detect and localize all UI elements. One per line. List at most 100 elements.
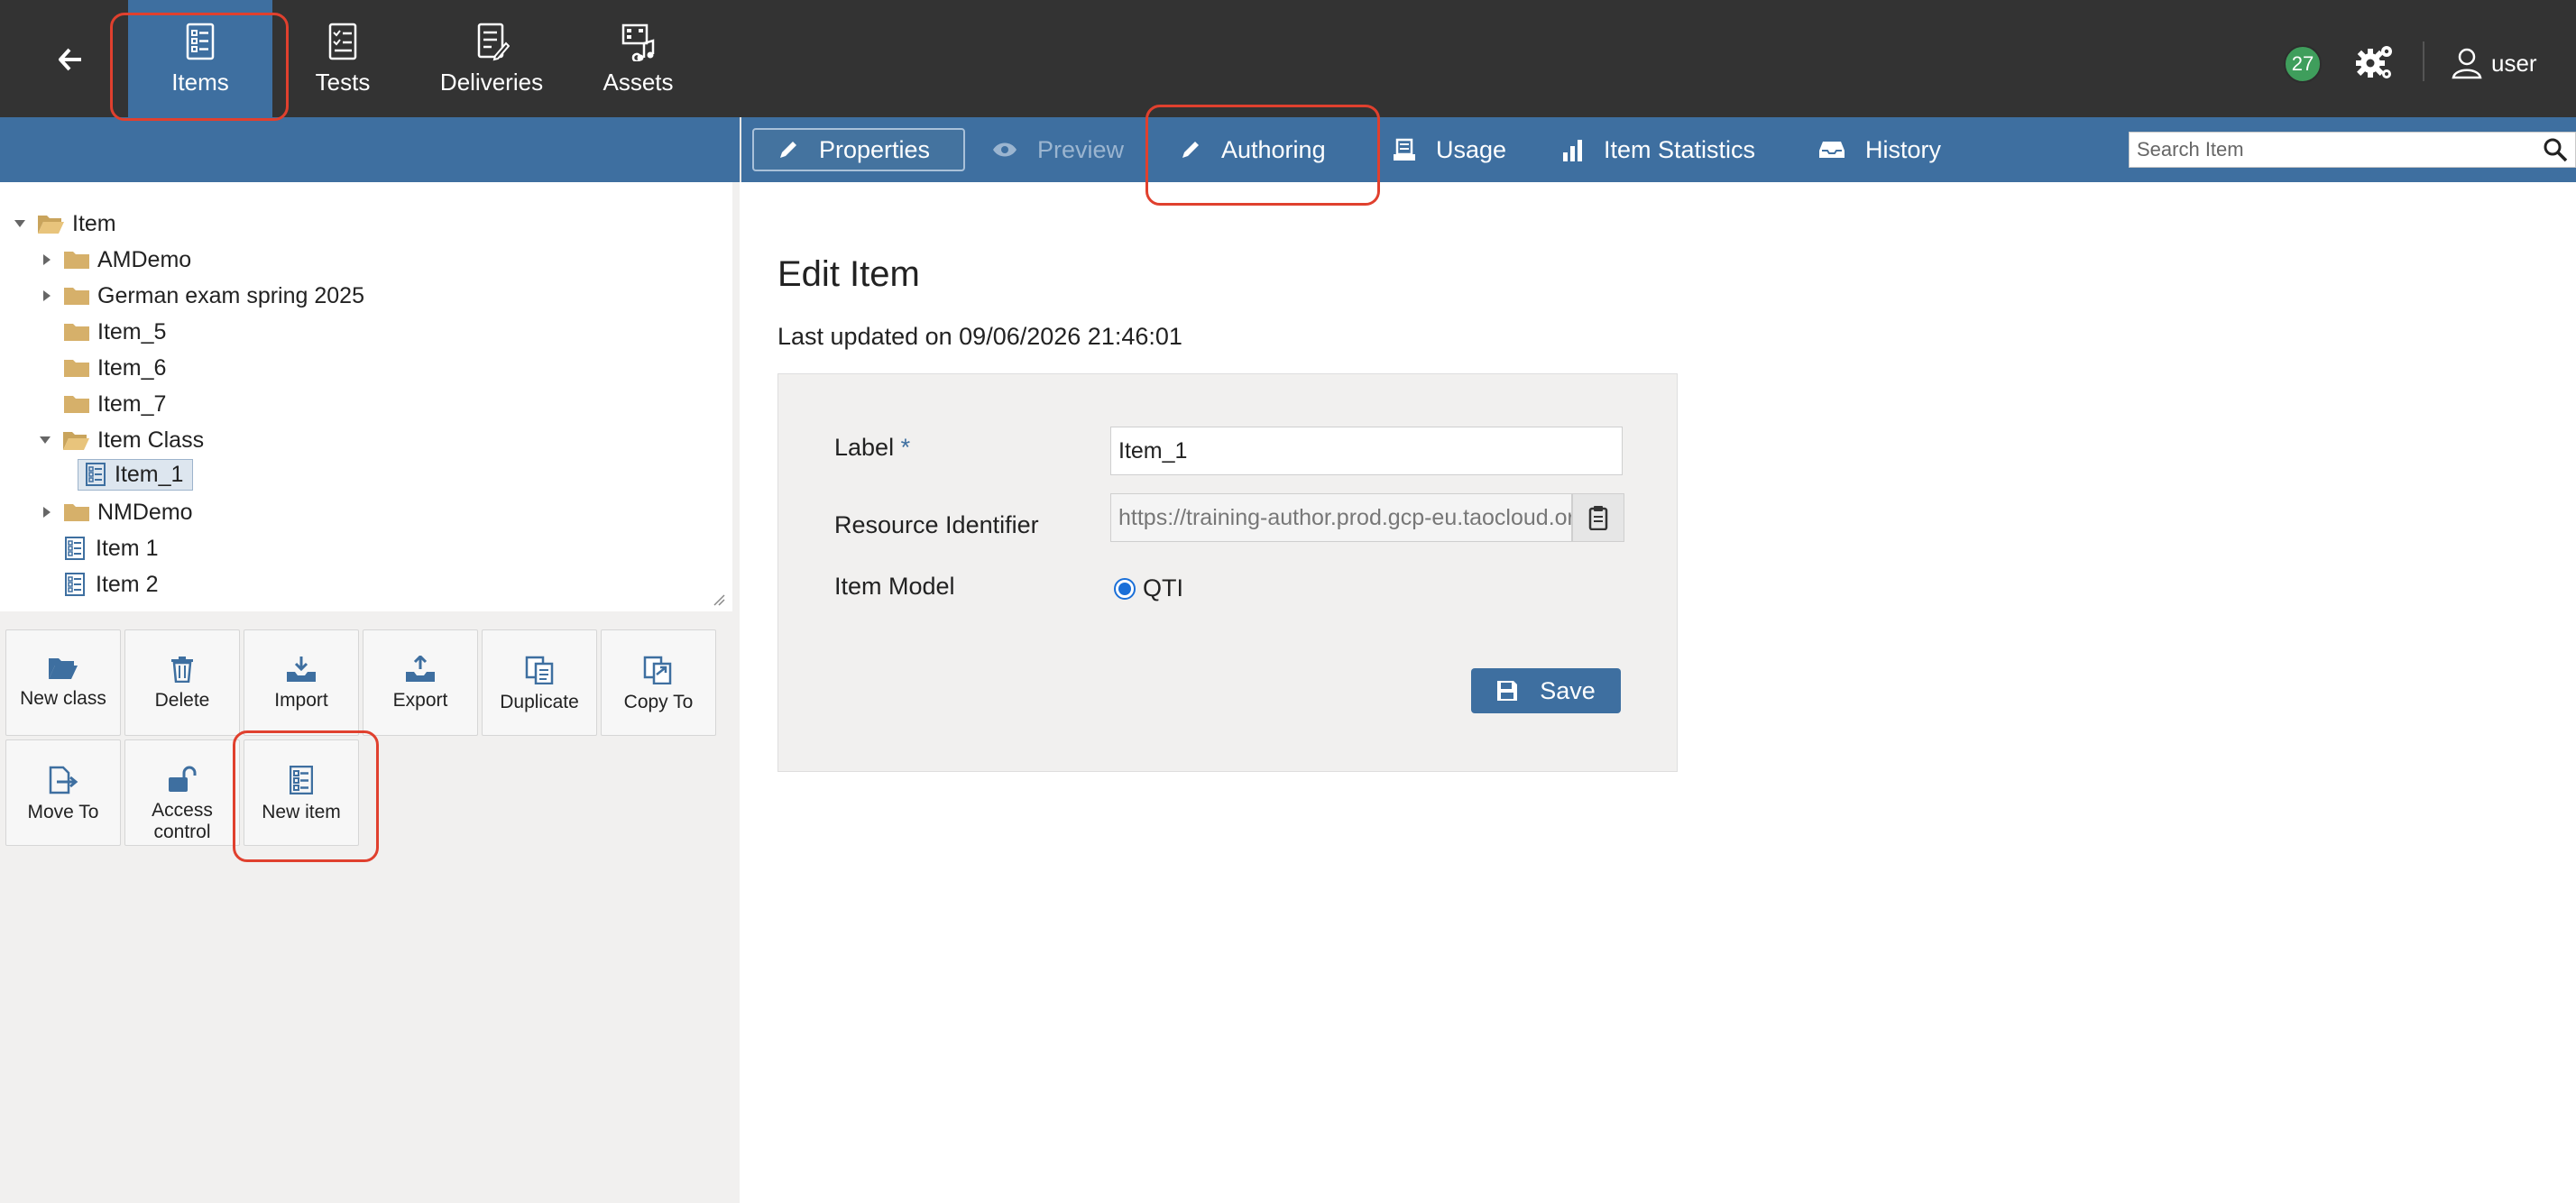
folder-icon <box>64 396 89 413</box>
tree-node-item-5[interactable]: Item_5 <box>63 316 166 348</box>
search-input[interactable] <box>2130 133 2526 166</box>
tree-node-label: German exam spring 2025 <box>97 282 364 308</box>
import-button[interactable]: Import <box>244 629 359 736</box>
preview-label: Preview <box>1037 135 1125 163</box>
item-icon <box>86 463 106 486</box>
access-control-label-2: control <box>153 822 211 842</box>
collapse-arrow-icon[interactable] <box>13 216 27 231</box>
export-button[interactable]: Export <box>363 629 478 736</box>
new-class-button[interactable]: New class <box>5 629 121 736</box>
settings-gears-icon[interactable] <box>2354 41 2396 83</box>
tests-icon <box>328 23 357 60</box>
item-tree: Item AMDemo German exam spring 2025 Item… <box>0 182 732 611</box>
page-title: Edit Item <box>777 254 920 294</box>
duplicate-button[interactable]: Duplicate <box>482 629 597 736</box>
save-button[interactable]: Save <box>1471 668 1621 713</box>
topbar-separator <box>2423 41 2424 81</box>
label-input[interactable]: Item_1 <box>1110 427 1623 475</box>
trash-icon <box>171 657 193 683</box>
folder-open-icon <box>38 216 64 234</box>
radio-option-label: QTI <box>1143 574 1183 602</box>
resource-identifier-label: Resource Identifier <box>834 511 1039 538</box>
floppy-disk-icon <box>1497 681 1518 701</box>
properties-label: Properties <box>819 135 931 163</box>
nav-tab-label: Assets <box>603 68 674 96</box>
history-button[interactable]: History <box>1818 128 1941 171</box>
copy-to-label: Copy To <box>623 692 694 712</box>
copy-to-button[interactable]: Copy To <box>601 629 716 736</box>
folder-icon <box>64 324 89 341</box>
copy-to-icon <box>643 656 672 684</box>
tree-node-nmdemo[interactable]: NMDemo <box>40 496 193 528</box>
preview-button[interactable]: Preview <box>992 128 1124 171</box>
user-menu[interactable]: user <box>2452 43 2537 83</box>
copy-to-clipboard-button[interactable] <box>1572 493 1624 542</box>
user-label: user <box>2491 49 2537 77</box>
search-icon[interactable] <box>2543 137 2568 162</box>
pencil-icon <box>780 142 796 158</box>
usage-label: Usage <box>1436 135 1507 163</box>
back-arrow-icon[interactable] <box>51 40 90 79</box>
label-text: Label <box>834 434 895 461</box>
tree-node-label: Item Class <box>97 427 205 453</box>
unlock-icon <box>169 766 197 792</box>
tree-node-item-root[interactable]: Item <box>13 207 116 240</box>
export-icon <box>406 656 435 682</box>
tree-header-bar <box>0 117 740 182</box>
tree-node-item-1[interactable]: Item 1 <box>65 532 158 565</box>
divider <box>740 117 741 182</box>
tree-node-amdemo[interactable]: AMDemo <box>40 243 191 276</box>
export-label: Export <box>392 690 448 711</box>
tree-node-item-6[interactable]: Item_6 <box>63 352 166 384</box>
nav-tab-tests[interactable]: Tests <box>280 0 406 117</box>
folder-icon <box>64 504 89 521</box>
tree-node-label: Item_5 <box>97 318 167 344</box>
tree-node-item-class[interactable]: Item Class <box>38 424 204 456</box>
search-item-box[interactable] <box>2129 132 2576 168</box>
usage-icon <box>1394 138 1415 161</box>
collapse-arrow-icon[interactable] <box>38 433 52 447</box>
item-icon <box>65 537 85 560</box>
annotation-highlight-new-item <box>233 730 379 862</box>
item-model-radio-qti[interactable]: QTI <box>1114 574 1183 602</box>
selected-highlight: Item_1 <box>78 458 194 491</box>
access-control-label-1: Access <box>152 800 213 821</box>
expand-arrow-icon[interactable] <box>40 253 54 267</box>
annotation-highlight-authoring <box>1145 105 1380 206</box>
delete-label: Delete <box>154 690 210 711</box>
label-field-label: Label * <box>834 434 910 462</box>
notification-badge[interactable]: 27 <box>2284 45 2322 83</box>
tree-node-label: NMDemo <box>97 499 193 525</box>
new-class-label: New class <box>20 688 106 709</box>
resource-identifier-field[interactable]: https://training-author.prod.gcp-eu.taoc… <box>1110 493 1572 542</box>
import-label: Import <box>274 690 328 711</box>
tree-node-item-7[interactable]: Item_7 <box>63 388 166 420</box>
folder-open-icon <box>49 658 78 679</box>
item-icon <box>65 573 85 596</box>
item-statistics-label: Item Statistics <box>1604 135 1756 163</box>
radio-button-selected[interactable] <box>1114 577 1136 600</box>
tree-node-item-1-selected[interactable]: Item_1 <box>78 458 194 491</box>
tree-node-label: Item_7 <box>97 390 167 417</box>
folder-open-icon <box>63 432 89 450</box>
properties-button[interactable]: Properties <box>752 128 965 171</box>
nav-tab-deliveries[interactable]: Deliveries <box>424 0 559 117</box>
access-control-button[interactable]: Access control <box>124 739 240 846</box>
move-to-label: Move To <box>27 802 99 822</box>
expand-arrow-icon[interactable] <box>40 505 54 519</box>
tree-node-item-2[interactable]: Item 2 <box>65 568 158 601</box>
resize-grip-icon[interactable] <box>713 593 725 606</box>
item-model-label: Item Model <box>834 573 955 600</box>
history-label: History <box>1865 135 1942 163</box>
nav-tab-assets[interactable]: Assets <box>577 0 699 117</box>
item-statistics-button[interactable]: Item Statistics <box>1562 128 1755 171</box>
expand-arrow-icon[interactable] <box>40 289 54 303</box>
usage-button[interactable]: Usage <box>1393 128 1506 171</box>
tree-node-german-exam[interactable]: German exam spring 2025 <box>40 280 364 312</box>
move-to-button[interactable]: Move To <box>5 739 121 846</box>
top-navigation-bar: Items Tests Deliveries Assets 27 user <box>0 0 2576 117</box>
delete-button[interactable]: Delete <box>124 629 240 736</box>
tree-node-label: Item_1 <box>115 461 184 487</box>
duplicate-icon <box>525 656 554 684</box>
last-updated-text: Last updated on 09/06/2026 21:46:01 <box>777 323 1182 350</box>
